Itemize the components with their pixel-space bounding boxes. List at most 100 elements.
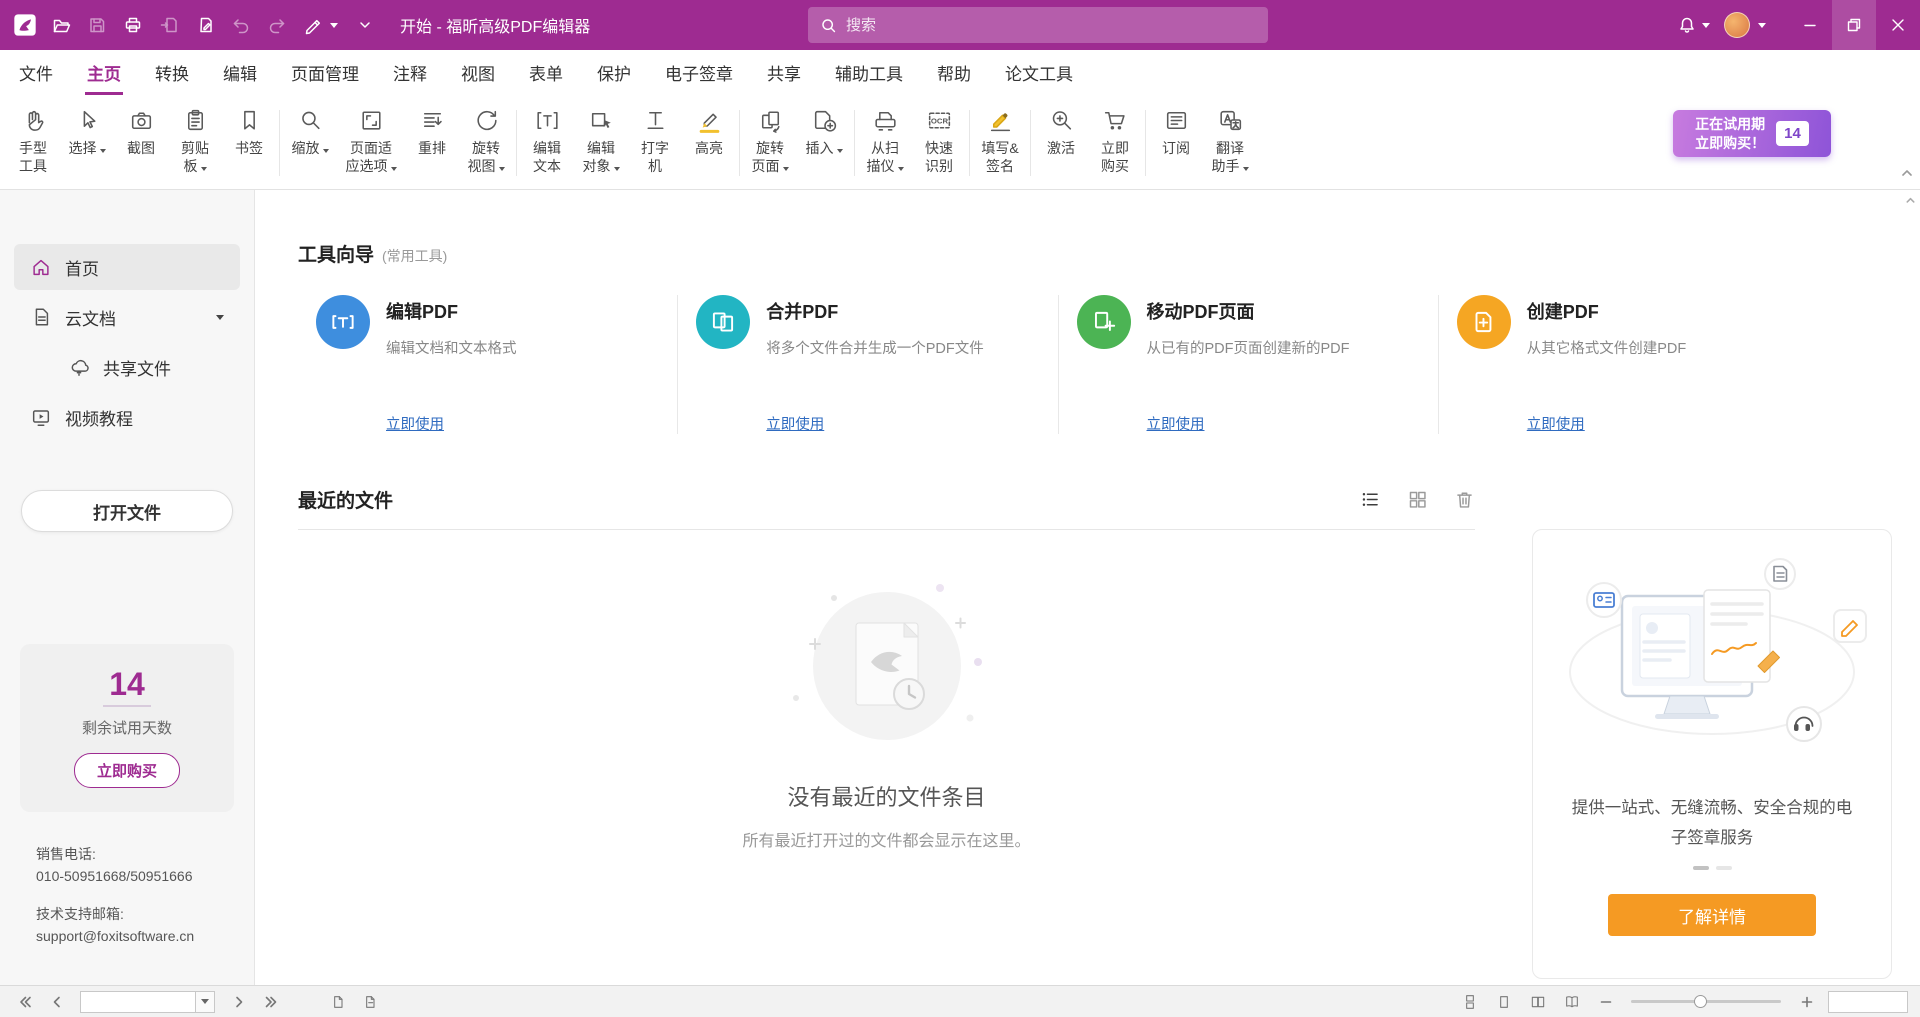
ribbon-button-bookmark[interactable]: 书签 xyxy=(222,99,276,187)
collapse-ribbon-icon[interactable] xyxy=(1900,166,1914,185)
zoom-value-input[interactable] xyxy=(1828,991,1908,1013)
share-doc-icon[interactable] xyxy=(152,8,186,42)
redo-icon[interactable] xyxy=(260,8,294,42)
open-file-icon[interactable] xyxy=(44,8,78,42)
minimize-button[interactable] xyxy=(1788,0,1832,50)
tool-card-move-pdf-pages[interactable]: 移动PDF页面 从已有的PDF页面创建新的PDF 立即使用 xyxy=(1058,295,1438,434)
tool-use-now-link[interactable]: 立即使用 xyxy=(1527,413,1585,434)
learn-more-button[interactable]: 了解详情 xyxy=(1608,894,1816,936)
ribbon-button-fit-options[interactable]: 页面适应选项 xyxy=(337,99,405,187)
continuous-scroll-icon[interactable] xyxy=(1457,990,1482,1014)
esign-icon[interactable] xyxy=(296,8,330,42)
menu-paper-tools[interactable]: 论文工具 xyxy=(988,50,1090,95)
ribbon-button-hand-tool[interactable]: 手型工具 xyxy=(6,99,60,187)
single-page-icon[interactable] xyxy=(1491,990,1516,1014)
trial-upgrade-badge[interactable]: 正在试用期 立即购买！ 14 xyxy=(1673,110,1831,157)
next-page-icon[interactable] xyxy=(226,990,251,1014)
esign-dropdown-caret-icon[interactable] xyxy=(330,23,338,28)
list-view-icon[interactable] xyxy=(1360,489,1381,510)
menu-form[interactable]: 表单 xyxy=(512,50,580,95)
menu-protect[interactable]: 保护 xyxy=(580,50,648,95)
search-box[interactable] xyxy=(808,7,1268,43)
menu-help[interactable]: 帮助 xyxy=(920,50,988,95)
save-icon[interactable] xyxy=(80,8,114,42)
menu-accessibility[interactable]: 辅助工具 xyxy=(818,50,920,95)
trash-icon[interactable] xyxy=(1454,489,1475,510)
tool-card-create-pdf[interactable]: 创建PDF 从其它格式文件创建PDF 立即使用 xyxy=(1438,295,1818,434)
undo-icon[interactable] xyxy=(224,8,258,42)
bell-dropdown-caret-icon[interactable] xyxy=(1702,23,1710,28)
menu-comment[interactable]: 注释 xyxy=(376,50,444,95)
page-number-input[interactable] xyxy=(80,991,196,1013)
tool-card-edit-pdf[interactable]: 编辑PDF 编辑文档和文本格式 立即使用 xyxy=(298,295,677,434)
ribbon-button-typewriter[interactable]: 打字机 xyxy=(628,99,682,187)
menu-edit[interactable]: 编辑 xyxy=(206,50,274,95)
ribbon-button-select[interactable]: 选择 xyxy=(60,99,114,187)
zoom-slider[interactable] xyxy=(1631,1000,1781,1003)
ribbon-button-rotate-pages[interactable]: 旋转页面 xyxy=(743,99,797,187)
ribbon-button-ocr[interactable]: OCR 快速识别 xyxy=(912,99,966,187)
support-email-link[interactable]: support@foxitsoftware.cn xyxy=(36,926,254,948)
tool-title: 合并PDF xyxy=(766,298,838,324)
carousel-dot-active[interactable] xyxy=(1693,866,1709,870)
expand-caret-icon[interactable] xyxy=(216,315,224,320)
zoom-in-icon[interactable] xyxy=(1794,990,1819,1014)
ribbon-button-highlight[interactable]: 高亮 xyxy=(682,99,736,187)
ribbon-button-reflow[interactable]: 重排 xyxy=(405,99,459,187)
menu-esign[interactable]: 电子签章 xyxy=(648,50,750,95)
last-page-icon[interactable] xyxy=(258,990,283,1014)
ribbon-button-translate[interactable]: 翻译助手 xyxy=(1203,99,1257,187)
ribbon-button-fill-sign[interactable]: 填写&签名 xyxy=(973,99,1027,187)
tool-use-now-link[interactable]: 立即使用 xyxy=(766,413,824,434)
ribbon-button-snapshot[interactable]: 截图 xyxy=(114,99,168,187)
ribbon-button-activate[interactable]: 激活 xyxy=(1034,99,1088,187)
search-input[interactable] xyxy=(846,17,1256,34)
sidebar-item-shared-files[interactable]: 共享文件 xyxy=(52,344,240,390)
scrollbar-up-icon[interactable] xyxy=(1904,194,1917,212)
ribbon-button-subscribe[interactable]: 订阅 xyxy=(1149,99,1203,187)
zoom-slider-thumb[interactable] xyxy=(1694,995,1707,1008)
export-doc-icon[interactable] xyxy=(188,8,222,42)
tool-use-now-link[interactable]: 立即使用 xyxy=(386,413,444,434)
facing-pages-icon[interactable] xyxy=(1525,990,1550,1014)
grid-view-icon[interactable] xyxy=(1407,489,1428,510)
sidebar-item-cloud-docs[interactable]: 云文档 xyxy=(14,294,240,340)
foxit-logo xyxy=(8,8,42,42)
ribbon-button-scanner[interactable]: 从扫描仪 xyxy=(858,99,912,187)
ribbon-button-clipboard[interactable]: 剪贴板 xyxy=(168,99,222,187)
ribbon-button-rotate-view[interactable]: 旋转视图 xyxy=(459,99,513,187)
sidebar-item-home[interactable]: 首页 xyxy=(14,244,240,290)
user-avatar[interactable] xyxy=(1724,12,1750,38)
menu-view[interactable]: 视图 xyxy=(444,50,512,95)
book-view-icon[interactable] xyxy=(1559,990,1584,1014)
tool-card-combine-pdf[interactable]: 合并PDF 将多个文件合并生成一个PDF文件 立即使用 xyxy=(677,295,1057,434)
page-dropdown-icon[interactable] xyxy=(196,991,215,1013)
carousel-dot[interactable] xyxy=(1716,866,1732,870)
toggle-toolbar-icon[interactable] xyxy=(348,8,382,42)
menu-share[interactable]: 共享 xyxy=(750,50,818,95)
open-file-button[interactable]: 打开文件 xyxy=(21,490,233,532)
trial-caption: 剩余试用天数 xyxy=(28,717,226,738)
ribbon-button-insert[interactable]: 插入 xyxy=(797,99,851,187)
next-view-icon[interactable] xyxy=(357,990,382,1014)
prev-page-icon[interactable] xyxy=(44,990,69,1014)
print-icon[interactable] xyxy=(116,8,150,42)
tool-use-now-link[interactable]: 立即使用 xyxy=(1147,413,1205,434)
menu-convert[interactable]: 转换 xyxy=(138,50,206,95)
zoom-out-icon[interactable] xyxy=(1593,990,1618,1014)
ribbon-button-edit-text[interactable]: 编辑文本 xyxy=(520,99,574,187)
buy-now-button[interactable]: 立即购买 xyxy=(74,753,180,788)
close-button[interactable] xyxy=(1876,0,1920,50)
ribbon-button-zoom[interactable]: 缩放 xyxy=(283,99,337,187)
first-page-icon[interactable] xyxy=(12,990,37,1014)
ribbon-button-buy-now[interactable]: 立即购买 xyxy=(1088,99,1142,187)
avatar-dropdown-caret-icon[interactable] xyxy=(1758,23,1766,28)
notifications-bell-icon[interactable] xyxy=(1670,8,1704,42)
restore-button[interactable] xyxy=(1832,0,1876,50)
menu-organize[interactable]: 页面管理 xyxy=(274,50,376,95)
prev-view-icon[interactable] xyxy=(325,990,350,1014)
ribbon-button-edit-object[interactable]: 编辑对象 xyxy=(574,99,628,187)
sidebar-item-video-tutorials[interactable]: 视频教程 xyxy=(14,394,240,440)
menu-file[interactable]: 文件 xyxy=(2,50,70,95)
menu-home[interactable]: 主页 xyxy=(70,50,138,95)
